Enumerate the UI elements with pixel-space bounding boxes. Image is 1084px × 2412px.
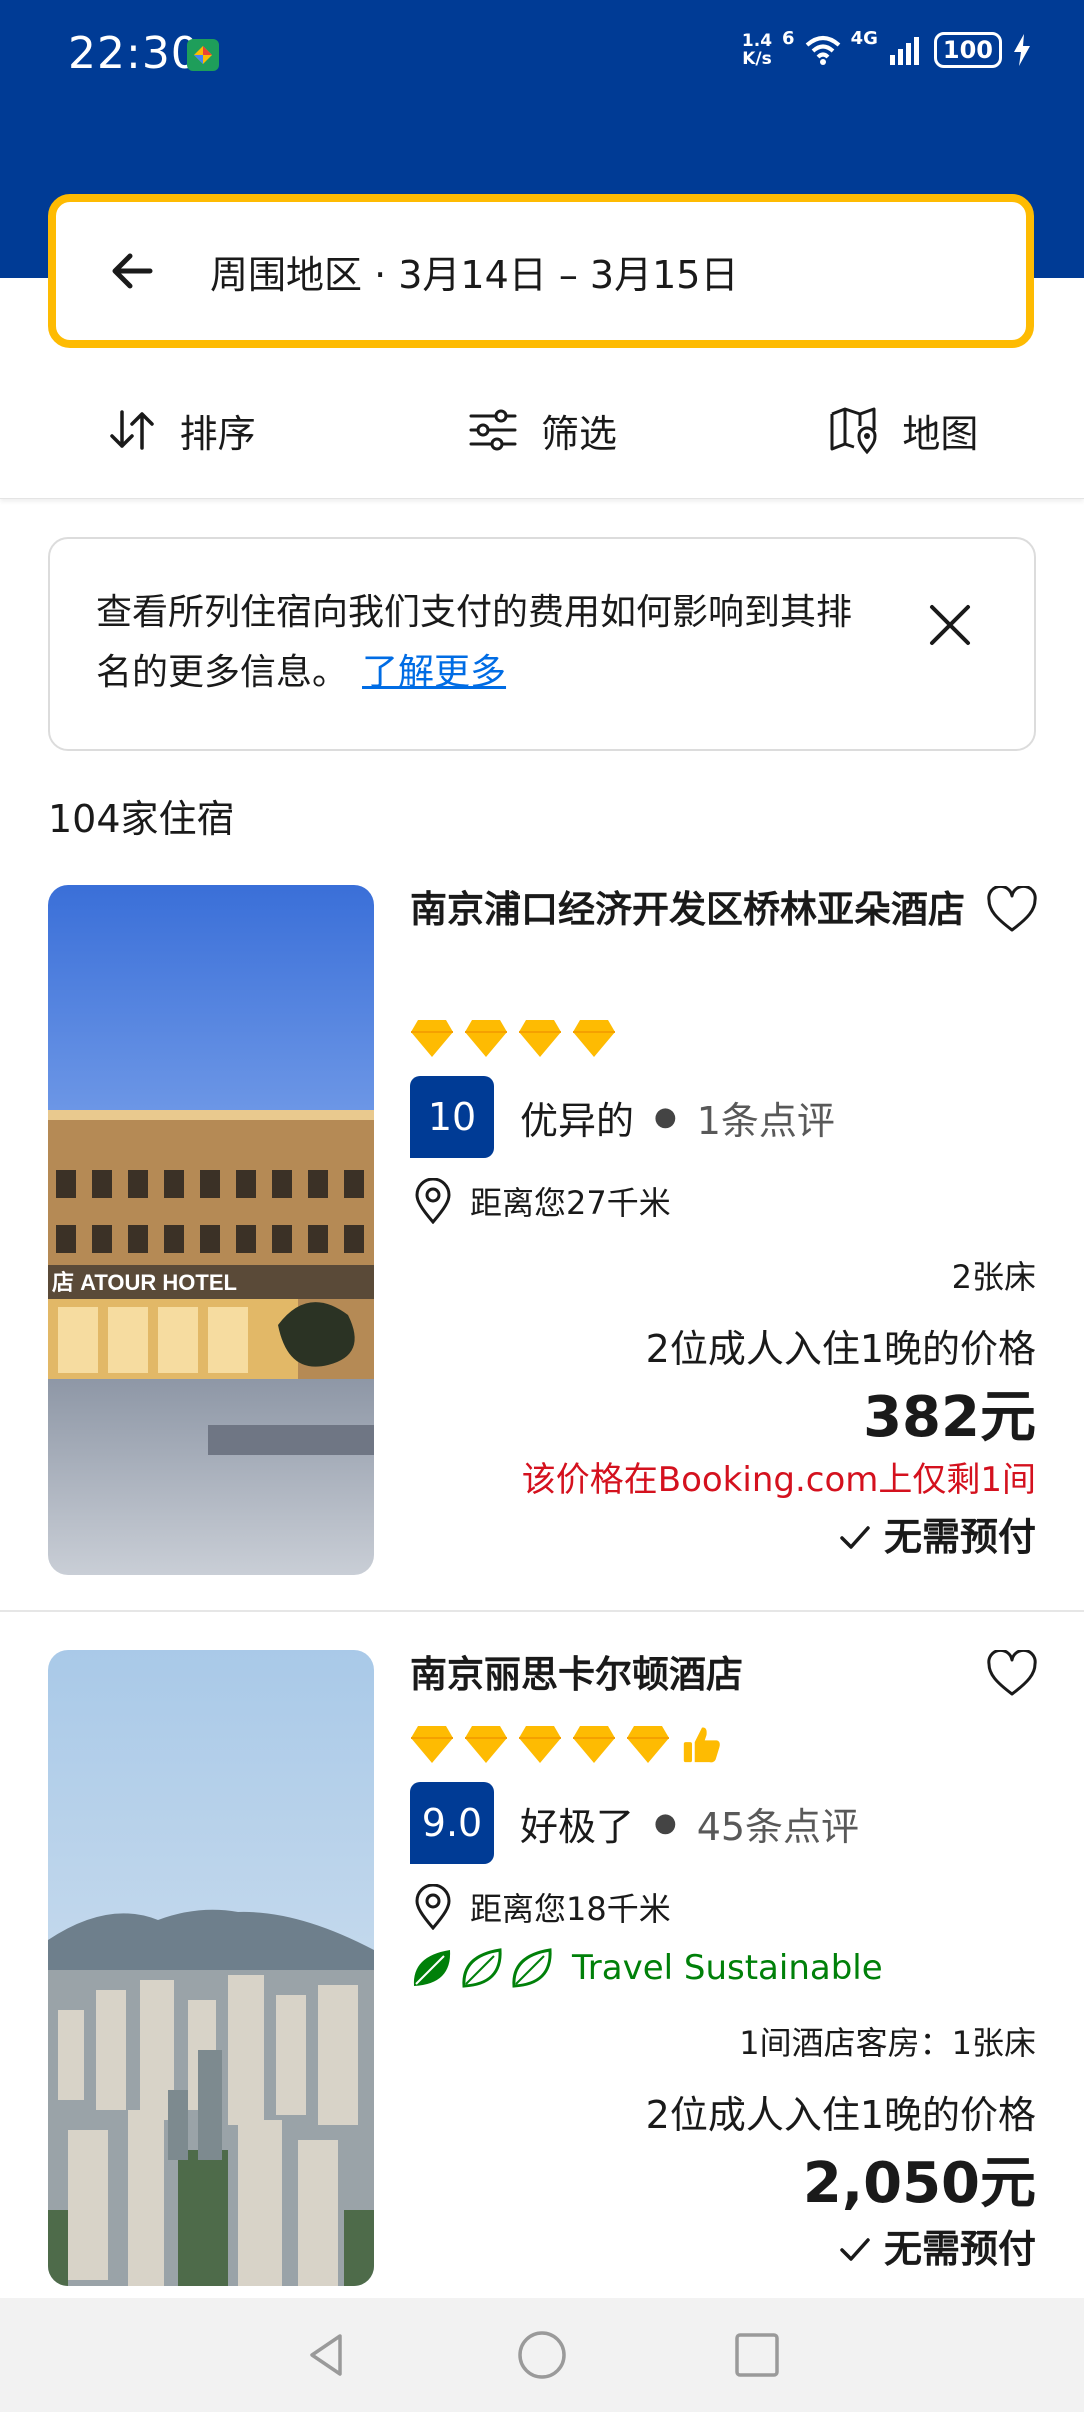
search-summary-text[interactable]: 周围地区 · 3月14日 – 3月15日 — [210, 244, 738, 299]
score-word: 优异的 — [520, 1098, 635, 1143]
review-score-row: 9.0 好极了 ● 45条点评 — [410, 1782, 859, 1864]
location-pin-icon — [415, 1178, 451, 1224]
travel-sustainable-badge[interactable]: Travel Sustainable — [410, 1946, 883, 1990]
app-notification-icon — [187, 39, 219, 71]
distance-row: 距离您27千米 — [414, 1178, 671, 1224]
gem-icon — [411, 1020, 453, 1057]
charging-icon — [1014, 34, 1030, 66]
learn-more-link[interactable]: 了解更多 — [362, 652, 506, 693]
close-icon[interactable] — [924, 599, 976, 651]
gem-icon — [519, 1726, 561, 1763]
sort-label: 排序 — [179, 411, 256, 456]
status-time: 22:30 — [68, 28, 200, 79]
hotel-photo-image — [48, 1650, 374, 2286]
search-summary-box[interactable]: 周围地区 · 3月14日 – 3月15日 — [48, 194, 1034, 348]
wifi-icon — [805, 36, 840, 65]
bed-info: 2张床 — [951, 1258, 1036, 1296]
review-count: 45条点评 — [696, 1804, 860, 1849]
wifi-label: 6 — [782, 27, 795, 49]
separator-dot: ● — [654, 1808, 677, 1838]
gem-icon — [411, 1726, 453, 1763]
score-badge: 10 — [410, 1076, 494, 1158]
nav-home-icon[interactable] — [515, 2328, 569, 2382]
gem-icon — [519, 1020, 561, 1057]
back-arrow-icon[interactable] — [106, 245, 158, 297]
results-count: 104家住宿 — [48, 797, 235, 841]
system-navigation-bar — [0, 2298, 1084, 2412]
hotel-photo[interactable]: 店 ATOUR HOTEL — [48, 885, 374, 1575]
signal-icon — [889, 37, 919, 65]
scarcity-message: 该价格在Booking.com上仅剩1间 — [521, 1460, 1036, 1500]
map-button[interactable]: 地图 — [723, 362, 1084, 498]
leaf-icon — [462, 1948, 502, 1988]
map-label: 地图 — [902, 411, 979, 456]
checkmark-icon — [840, 2237, 870, 2261]
hotel-photo-image: 店 ATOUR HOTEL — [48, 885, 374, 1575]
sort-button[interactable]: 排序 — [0, 362, 361, 498]
gem-icon — [465, 1726, 507, 1763]
status-icons: 1.4 K/s 6 4G 100 — [741, 28, 1032, 69]
cell-type-label: 4G — [850, 27, 878, 49]
separator-dot: ● — [654, 1102, 677, 1132]
hotel-name[interactable]: 南京浦口经济开发区桥林亚朵酒店 — [410, 880, 970, 940]
ranking-notice: 查看所列住宿向我们支付的费用如何影响到其排名的更多信息。 了解更多 — [48, 537, 1036, 751]
gem-rating — [410, 1018, 616, 1058]
hotel-name[interactable]: 南京丽思卡尔顿酒店 — [410, 1645, 970, 1705]
hotel-photo[interactable] — [48, 1650, 374, 2286]
distance-row: 距离您18千米 — [414, 1884, 671, 1930]
distance-text: 距离您27千米 — [470, 1184, 671, 1222]
thumbs-up-icon — [683, 1727, 720, 1763]
gem-rating — [410, 1724, 724, 1764]
score-word: 好极了 — [520, 1804, 635, 1849]
network-speed: 1.4 K/s — [741, 31, 773, 69]
price: 382元 — [863, 1385, 1036, 1450]
price-label: 2位成人入住1晚的价格 — [645, 1327, 1036, 1371]
hotel-sign-text: 店 ATOUR HOTEL — [52, 1270, 237, 1295]
sustainable-label: Travel Sustainable — [572, 1948, 883, 1988]
gem-icon — [465, 1020, 507, 1057]
results-toolbar: 排序 筛选 地图 — [0, 362, 1084, 499]
heart-icon[interactable] — [986, 886, 1038, 934]
filter-icon — [469, 409, 517, 451]
no-prepayment: 无需预付 — [838, 2218, 1036, 2273]
filter-button[interactable]: 筛选 — [361, 362, 722, 498]
gem-icon — [573, 1020, 615, 1057]
review-score-row: 10 优异的 ● 1条点评 — [410, 1076, 835, 1158]
price-label: 2位成人入住1晚的价格 — [645, 2093, 1036, 2137]
gem-icon — [573, 1726, 615, 1763]
score-badge: 9.0 — [410, 1782, 494, 1864]
heart-icon[interactable] — [986, 1650, 1038, 1698]
leaf-icon — [413, 1950, 451, 1986]
nav-back-icon[interactable] — [300, 2328, 354, 2382]
nav-recents-icon[interactable] — [730, 2328, 784, 2382]
distance-text: 距离您18千米 — [470, 1890, 671, 1928]
card-divider — [0, 1610, 1084, 1612]
no-prepayment: 无需预付 — [838, 1506, 1036, 1561]
price: 2,050元 — [802, 2151, 1036, 2216]
map-icon — [830, 407, 877, 455]
location-pin-icon — [415, 1884, 451, 1930]
bed-info: 1间酒店客房：1张床 — [739, 2024, 1036, 2062]
checkmark-icon — [840, 1525, 870, 1549]
gem-icon — [627, 1726, 669, 1763]
review-count: 1条点评 — [696, 1098, 835, 1143]
filter-label: 筛选 — [540, 411, 617, 456]
battery-indicator: 100 — [933, 32, 1002, 68]
leaf-icon — [512, 1948, 552, 1988]
sort-icon — [109, 410, 154, 450]
